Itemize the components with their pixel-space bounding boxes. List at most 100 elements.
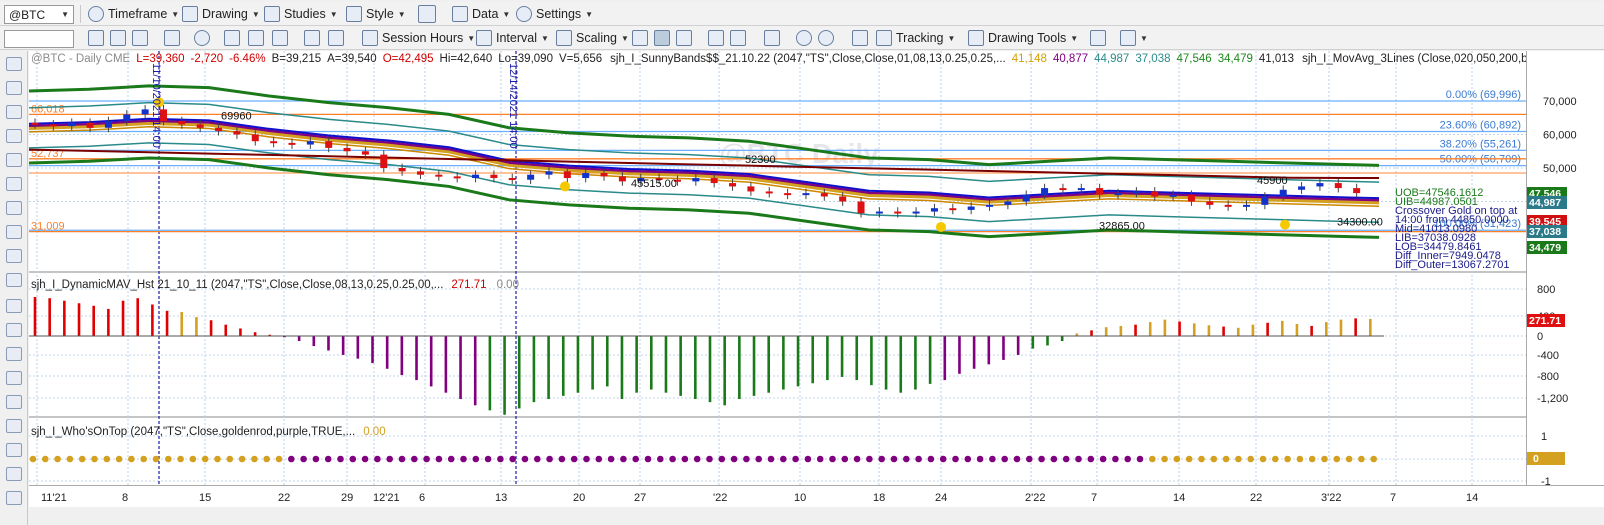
candle-body: [563, 171, 571, 179]
crosshair-button[interactable]: [852, 28, 868, 48]
drawing-menu[interactable]: Drawing ▼: [182, 4, 260, 24]
date-axis[interactable]: 11'21 8 15 22 29 12'21 6 13 20 27 '22 10 18 24 2'22 7 14…: [29, 485, 1604, 507]
interval-input[interactable]: [4, 30, 74, 48]
picture-button[interactable]: [248, 28, 264, 48]
drawing-tools-menu[interactable]: Drawing Tools ▼: [968, 28, 1078, 48]
measure-tool-icon[interactable]: [6, 249, 22, 263]
candle-style-button[interactable]: [654, 28, 670, 48]
histogram-bar: [1104, 327, 1108, 336]
format-button[interactable]: [304, 28, 320, 48]
grid-tool-icon[interactable]: [6, 273, 22, 287]
hlc-icon: [730, 30, 746, 46]
settings-menu[interactable]: Settings ▼: [516, 4, 593, 24]
histogram-bar: [635, 336, 638, 393]
chevron-down-icon: ▼: [171, 9, 180, 19]
hlines-tool-icon[interactable]: [6, 347, 22, 361]
candle-body: [820, 193, 828, 197]
zoom-out-button[interactable]: [818, 28, 834, 48]
price-axis[interactable]: 70,000 60,000 50,000 47,546 44,987 39,545 37,0…: [1526, 51, 1604, 488]
whos-on-top-dot: [1173, 455, 1181, 463]
cursor-button[interactable]: [194, 28, 210, 48]
whos-on-top-dot: [632, 455, 639, 463]
data-menu[interactable]: Data ▼: [452, 4, 510, 24]
session-icon: [362, 30, 378, 46]
candle-body: [949, 208, 957, 211]
candle-body: [1334, 183, 1342, 189]
date-tick: 13: [495, 492, 507, 504]
brush-tool-icon[interactable]: [6, 105, 22, 119]
candle-body: [196, 124, 204, 128]
scaling-label: Scaling: [576, 31, 617, 45]
channel-tool-icon[interactable]: [6, 177, 22, 191]
candle-body: [472, 174, 480, 179]
panes-button[interactable]: [764, 28, 780, 48]
price-tick: 60,000: [1543, 130, 1577, 142]
whos-on-top-dot: [1001, 455, 1008, 463]
ohlc-button[interactable]: [708, 28, 724, 48]
tracking-menu[interactable]: Tracking ▼: [876, 28, 955, 48]
session-hours-menu[interactable]: Session Hours ▼: [362, 28, 475, 48]
quote-value: O=42,495: [383, 53, 434, 65]
histogram-bar: [415, 336, 418, 381]
refresh-icon: [88, 30, 104, 46]
layout-button[interactable]: [418, 4, 436, 24]
refresh-button[interactable]: [88, 28, 104, 48]
grid-button[interactable]: [132, 28, 148, 48]
histogram-bar: [1046, 336, 1049, 346]
arrow-down-tool-icon[interactable]: [6, 443, 22, 457]
symbol-selector[interactable]: @BTC ▼: [4, 5, 74, 24]
chart-area[interactable]: @BTC Daily 0.00% (69,996) 23.60% (60,892)…: [28, 51, 1602, 485]
hlc-button[interactable]: [730, 28, 746, 48]
whos-on-top-dot: [226, 455, 234, 463]
image-button[interactable]: [224, 28, 240, 48]
histogram-bar: [1031, 336, 1035, 349]
candle-body: [416, 171, 424, 175]
interval-menu[interactable]: Interval ▼: [476, 28, 549, 48]
whos-on-top-dot: [251, 455, 258, 463]
grid2-tool-icon[interactable]: [6, 299, 22, 313]
histogram-bar: [1192, 323, 1196, 336]
studies-menu[interactable]: Studies ▼: [264, 4, 338, 24]
scaling-menu[interactable]: Scaling ▼: [556, 28, 629, 48]
gear-tool-icon[interactable]: [6, 371, 22, 385]
table-tool-icon[interactable]: [6, 323, 22, 337]
circle-tool-icon[interactable]: [6, 491, 22, 505]
style-menu[interactable]: Style ▼: [346, 4, 406, 24]
link-button[interactable]: [110, 28, 126, 48]
whos-on-top-dot: [804, 455, 812, 463]
whos-on-top-dot: [374, 455, 381, 463]
arrow-up-tool-icon[interactable]: [6, 467, 22, 481]
arrows-tool-icon[interactable]: [6, 153, 22, 167]
histogram-bar: [312, 336, 316, 347]
study1-value: 41,013: [1259, 53, 1294, 65]
pointer-tool-icon[interactable]: [6, 57, 22, 71]
cross-tool-icon[interactable]: [6, 419, 22, 433]
chart-canvas[interactable]: @BTC Daily 0.00% (69,996)23.60% (60,892)…: [28, 51, 1602, 485]
session-hours-label: Session Hours: [382, 31, 464, 45]
timeframe-menu[interactable]: Timeframe ▼: [88, 4, 179, 24]
trendline-button[interactable]: [1090, 28, 1106, 48]
date-tick: 20: [573, 492, 585, 504]
indicator-button[interactable]: ▼: [1120, 28, 1148, 48]
hollow-candle-button[interactable]: [676, 28, 692, 48]
date-tick: 12'21: [373, 492, 400, 504]
histogram-bar: [1134, 324, 1137, 336]
whos-on-top-dot: [657, 455, 664, 463]
cycle-tool-icon[interactable]: [6, 225, 22, 239]
properties-button[interactable]: [328, 28, 344, 48]
vlines-tool-icon[interactable]: [6, 395, 22, 409]
chart-toolbar: Session Hours ▼ Interval ▼ Scaling ▼ Tracki…: [0, 26, 1604, 50]
whos-on-top-dot: [829, 455, 836, 463]
plus-tool-icon[interactable]: [6, 81, 22, 95]
bar-style-button[interactable]: [632, 28, 648, 48]
zoom-search-button[interactable]: [164, 28, 180, 48]
zoom-in-button[interactable]: [796, 28, 812, 48]
chart-type-button[interactable]: [272, 28, 288, 48]
fib-tool-icon[interactable]: [6, 201, 22, 215]
who-badge-text: 0: [1533, 453, 1539, 465]
zoom-out-icon: [818, 30, 834, 46]
line-tool-icon[interactable]: [6, 129, 22, 143]
price-annotation: 69960: [221, 110, 252, 122]
whos-on-top-dot: [1185, 455, 1193, 463]
whos-on-top-dot: [472, 455, 480, 463]
